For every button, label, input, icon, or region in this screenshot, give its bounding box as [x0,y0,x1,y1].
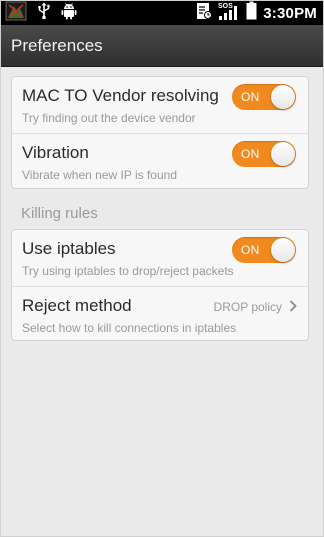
toggle-knob [271,238,295,262]
toggle-knob [271,85,295,109]
vibration-subtitle: Vibrate when new IP is found [22,168,177,182]
use-iptables-toggle[interactable]: ON [232,237,296,263]
toggle-knob [271,142,295,166]
reject-method-value: DROP policy [213,300,282,314]
killing-rules-card: Use iptables Try using iptables to drop/… [11,229,309,341]
pref-row-reject-method[interactable]: Reject method Select how to kill connect… [12,286,308,342]
general-settings-card: MAC TO Vendor resolving Try finding out … [11,76,309,189]
reject-method-subtitle: Select how to kill connections in iptabl… [22,321,237,335]
reject-method-title: Reject method [22,296,132,315]
mac-vendor-subtitle: Try finding out the device vendor [22,111,196,125]
battery-icon [246,1,257,25]
vibration-toggle[interactable]: ON [232,141,296,167]
use-iptables-toggle-label: ON [241,243,260,257]
preferences-list: MAC TO Vendor resolving Try finding out … [1,67,323,536]
pref-row-use-iptables[interactable]: Use iptables Try using iptables to drop/… [12,230,308,286]
use-iptables-subtitle: Try using iptables to drop/reject packet… [22,264,234,278]
pref-row-mac-vendor[interactable]: MAC TO Vendor resolving Try finding out … [12,77,308,133]
app-notification-icon [5,1,27,26]
page-title: Preferences [11,36,103,55]
mac-vendor-title: MAC TO Vendor resolving [22,86,219,105]
mac-vendor-toggle-label: ON [241,90,260,104]
chevron-right-icon [288,299,298,313]
sos-signal-icon: SOS [218,1,240,26]
notification-icon [196,2,213,25]
killing-rules-header: Killing rules [21,205,98,222]
screen: SOS 3:30PM Preferences MAC TO Vendor res… [0,0,324,537]
status-bar: SOS 3:30PM [1,1,323,25]
vibration-toggle-label: ON [241,147,260,161]
android-debug-icon [61,2,77,25]
sos-label: SOS [218,3,233,10]
pref-row-vibration[interactable]: Vibration Vibrate when new IP is found O… [12,133,308,189]
use-iptables-title: Use iptables [22,239,116,258]
mac-vendor-toggle[interactable]: ON [232,84,296,110]
status-left-icons [5,1,77,26]
status-clock: 3:30PM [263,4,317,22]
usb-icon [37,2,51,25]
action-bar: Preferences [1,25,323,67]
vibration-title: Vibration [22,143,89,162]
status-right-icons: SOS 3:30PM [196,1,317,25]
